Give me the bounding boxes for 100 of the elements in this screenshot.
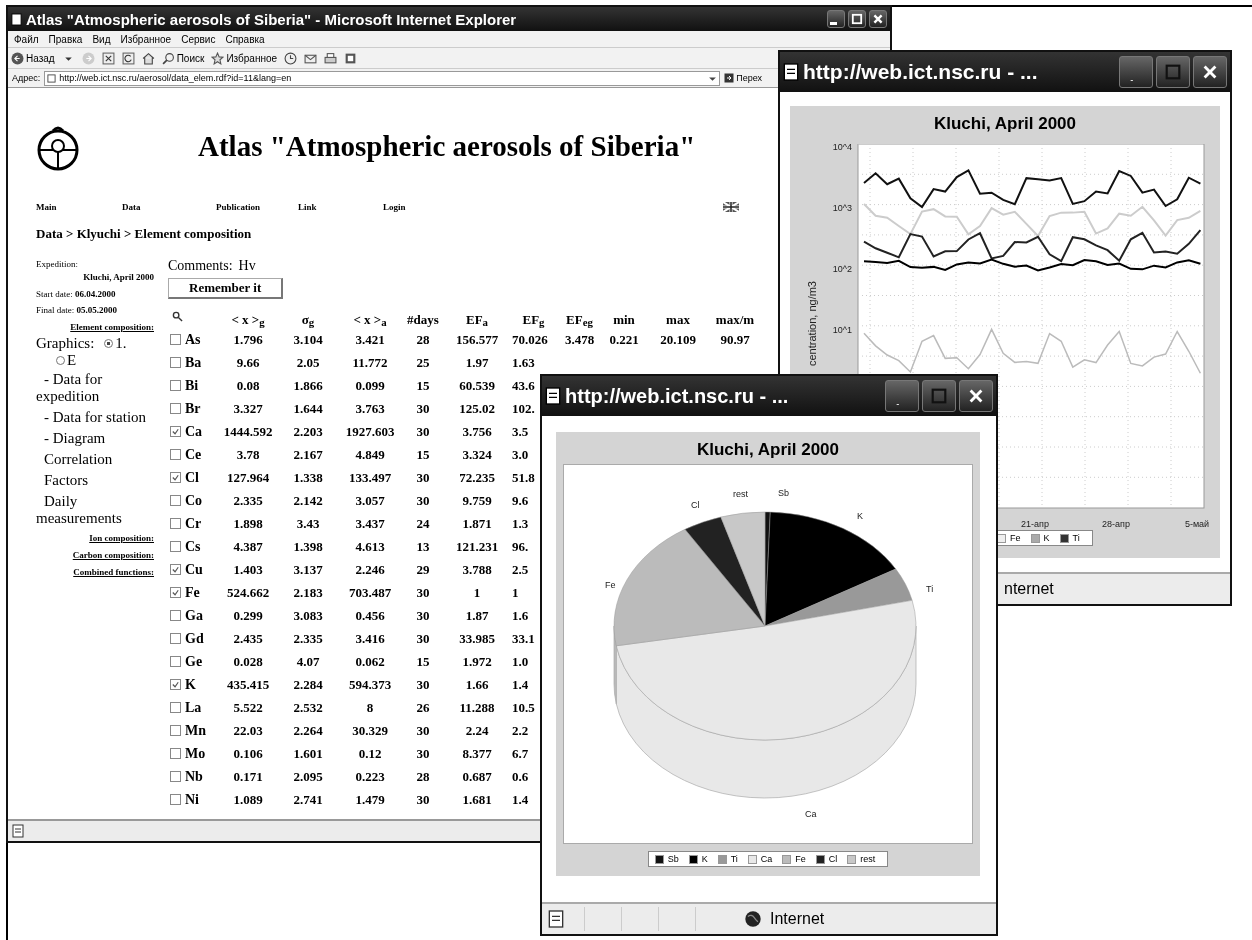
table-cell: 24: [416, 515, 430, 532]
table-cell: 30: [416, 745, 430, 762]
menu-item[interactable]: Вид: [92, 33, 111, 45]
menu-item[interactable]: Справка: [225, 33, 265, 45]
chart-title: Kluchi, April 2000: [696, 439, 840, 461]
sidebar-menu-item[interactable]: Daily measurements: [36, 493, 154, 527]
maximize-button[interactable]: [848, 10, 866, 28]
checkbox[interactable]: [170, 334, 181, 345]
checkbox[interactable]: [170, 495, 181, 506]
checkbox[interactable]: [170, 449, 181, 460]
radio-button[interactable]: [104, 339, 114, 348]
slice-label: Ca: [805, 809, 817, 819]
table-cell: 0.08: [236, 377, 260, 394]
checkbox[interactable]: [170, 633, 181, 644]
table-cell: 1.97: [465, 354, 489, 371]
checkbox[interactable]: [170, 518, 181, 529]
close-button[interactable]: [869, 10, 887, 28]
checkbox[interactable]: [170, 426, 181, 437]
nav-link[interactable]: Link: [298, 202, 383, 212]
nav-link[interactable]: Login: [383, 202, 723, 212]
close-button[interactable]: [1193, 56, 1227, 88]
sidebar-menu-item[interactable]: - Data for station: [36, 409, 147, 426]
search-button[interactable]: Поиск: [161, 51, 205, 65]
column-header: EF$_{g}$: [521, 311, 546, 328]
sidebar-menu-item[interactable]: - Diagram: [36, 430, 106, 447]
flag-icon[interactable]: [723, 202, 739, 212]
table-cell: 5.522: [233, 699, 263, 716]
table-cell: 2.5: [512, 561, 529, 578]
table-cell: 3.78: [236, 446, 260, 463]
checkbox[interactable]: [170, 610, 181, 621]
stop-icon[interactable]: [101, 51, 115, 65]
column-header: max: [665, 311, 691, 328]
menu-item[interactable]: Сервис: [181, 33, 216, 45]
address-field[interactable]: http://web.ict.nsc.ru/aerosol/data_elem.rdf?id=11&lang=en: [44, 70, 721, 86]
edit-icon[interactable]: [344, 51, 358, 65]
table-cell: 133.497: [348, 469, 392, 486]
element-name: Ge: [185, 653, 203, 670]
element-name: Cs: [185, 538, 201, 555]
search-icon: [161, 51, 175, 65]
axis-tick-label: 10^1: [832, 325, 852, 335]
nav-link[interactable]: Main: [36, 202, 122, 212]
table-cell: 3.421: [355, 331, 385, 348]
sidebar-link[interactable]: Ion composition:: [89, 533, 154, 543]
checkbox[interactable]: [170, 794, 181, 805]
sidebar-link[interactable]: Element composition:: [70, 322, 154, 332]
back-arrow-icon: [11, 51, 24, 65]
checkbox[interactable]: [170, 771, 181, 782]
search-icon[interactable]: [172, 311, 183, 322]
close-button[interactable]: [959, 380, 993, 412]
slice-label: Sb: [778, 488, 789, 498]
minimize-button[interactable]: [827, 10, 845, 28]
checkbox[interactable]: [170, 357, 181, 368]
table-cell: 1: [473, 584, 481, 601]
table-cell: 0.106: [233, 745, 263, 762]
printer-icon[interactable]: [324, 51, 338, 65]
checkbox[interactable]: [170, 702, 181, 713]
table-cell: 4.07: [296, 653, 320, 670]
checkbox[interactable]: [170, 541, 181, 552]
sidebar-text: Expedition:: [36, 259, 78, 269]
element-name: Ga: [185, 607, 203, 624]
table-cell: 6.7: [512, 745, 529, 762]
sidebar-link[interactable]: Carbon composition:: [72, 550, 154, 560]
refresh-icon[interactable]: [121, 51, 135, 65]
home-icon[interactable]: [141, 51, 155, 65]
menu-item[interactable]: Правка: [48, 33, 83, 45]
checkbox[interactable]: [170, 403, 181, 414]
star-icon: [211, 51, 225, 65]
radio-option[interactable]: 1.: [104, 335, 127, 352]
column-header: EF$_{a}$: [464, 311, 489, 328]
checkbox[interactable]: [170, 679, 181, 690]
table-cell: 3.057: [355, 492, 385, 509]
column-header: EF$_{eg}$: [565, 311, 594, 328]
checkbox[interactable]: [170, 587, 181, 598]
clock-icon[interactable]: [284, 51, 298, 65]
sidebar-menu-item[interactable]: Correlation: [36, 451, 113, 468]
sidebar-menu-item[interactable]: - Data for expedition: [36, 371, 154, 405]
checkbox[interactable]: [170, 656, 181, 667]
nav-link[interactable]: Data: [122, 202, 216, 212]
table-cell: 10.5: [512, 699, 535, 716]
nav-link[interactable]: Publication: [216, 202, 298, 212]
checkbox[interactable]: [170, 472, 181, 483]
checkbox[interactable]: [170, 725, 181, 736]
favorites-button[interactable]: Избранное: [211, 51, 278, 65]
menu-item[interactable]: Файл: [14, 33, 39, 45]
checkbox[interactable]: [170, 564, 181, 575]
remember-button[interactable]: Remember it: [168, 278, 284, 299]
sidebar-menu-item[interactable]: Factors: [36, 472, 89, 489]
go-button[interactable]: Перех: [724, 73, 763, 83]
table-cell: 0.299: [233, 607, 263, 624]
element-name: Mo: [185, 745, 206, 762]
menu-item[interactable]: Избранное: [120, 33, 172, 45]
sidebar-text: Start date: 06.04.2000: [36, 289, 116, 299]
table-cell: 15: [416, 653, 430, 670]
sidebar-link[interactable]: Combined functions:: [73, 567, 154, 577]
table-cell: 3.104: [293, 331, 323, 348]
back-button[interactable]: Назад: [11, 51, 55, 65]
checkbox[interactable]: [170, 380, 181, 391]
logo-icon: [36, 124, 80, 172]
radio-option[interactable]: E: [56, 352, 116, 369]
checkbox[interactable]: [170, 748, 181, 759]
